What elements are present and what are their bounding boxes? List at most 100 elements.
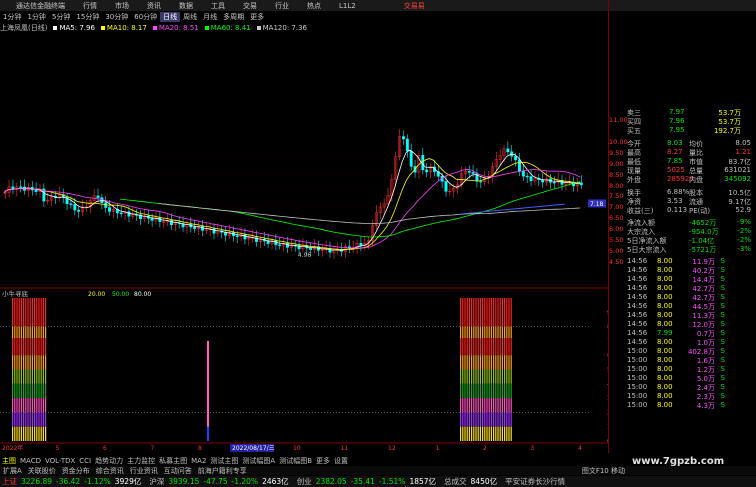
price-axis-label: 6.50 xyxy=(609,214,624,223)
period-tab-2[interactable]: 5分钟 xyxy=(49,12,73,22)
sh-index-label[interactable]: 上证 xyxy=(0,476,19,487)
fund-value: 52.9 xyxy=(735,206,751,214)
signal-bar xyxy=(29,426,31,441)
trade-quick-button[interactable]: 交易易 xyxy=(395,1,434,11)
indicator-tab-8[interactable]: 测试主图 xyxy=(208,456,240,466)
info-tab-4[interactable]: 行业资讯 xyxy=(127,466,161,476)
signal-bar xyxy=(501,383,503,399)
signal-bar xyxy=(40,298,42,327)
menu-item-trade[interactable]: 交易 xyxy=(234,1,266,11)
signal-bar xyxy=(501,326,503,339)
info-tab-0[interactable]: 扩展A xyxy=(0,466,25,476)
period-tab-4[interactable]: 30分钟 xyxy=(102,12,131,22)
info-tab-3[interactable]: 综合资讯 xyxy=(93,466,127,476)
tick-side: S xyxy=(720,275,725,283)
quote-row: 15:00 8.00 5.0万 S xyxy=(611,374,755,383)
signal-bar xyxy=(464,383,466,399)
tick-price: 8.00 xyxy=(657,311,673,319)
indicator-tab-12[interactable]: 设置 xyxy=(332,456,350,466)
signal-bar xyxy=(499,426,501,441)
ma60-label: MA60: 8.41 xyxy=(204,24,251,32)
candle-down xyxy=(421,155,425,171)
signal-bar xyxy=(31,426,33,441)
indicator-tab-3[interactable]: CCI xyxy=(77,457,93,465)
menu-item-exchange[interactable]: 市场 xyxy=(106,1,138,11)
indicator-tab-7[interactable]: MA2 xyxy=(189,457,208,465)
menu-item-hot[interactable]: 热点 xyxy=(298,1,330,11)
signal-bar xyxy=(466,338,468,356)
signal-bar xyxy=(16,338,18,356)
period-tab-5[interactable]: 60分钟 xyxy=(131,12,160,22)
signal-bar xyxy=(508,412,510,427)
indicator-tabs: 主图 MACD VOL-TDX CCI 趋势动力 主力监控 私募主图 MA2 测试主图 测试幅图A… xyxy=(0,456,608,465)
indicator-tab-0[interactable]: 主图 xyxy=(0,456,18,466)
signal-bar xyxy=(473,326,475,339)
signal-bar xyxy=(510,398,512,413)
sz-index-change: -47.75 xyxy=(203,477,228,486)
signal-bar xyxy=(497,338,499,356)
indicator-tab-9[interactable]: 测试幅图A xyxy=(240,456,277,466)
info-tab-5[interactable]: 互动问答 xyxy=(161,466,195,476)
flow-label: 5日大宗流入 xyxy=(627,246,667,254)
signal-bar xyxy=(12,298,14,327)
menu-item-tools[interactable]: 工具 xyxy=(202,1,234,11)
signal-bar xyxy=(482,369,484,384)
kline-chart[interactable]: 4.967.18小牛寻底20.0050.0080.00100.0090.0080… xyxy=(0,33,608,453)
quote-row: 14:56 8.00 11.3万 S xyxy=(611,311,755,320)
signal-bar xyxy=(23,355,25,370)
tick-price: 8.00 xyxy=(657,347,673,355)
info-tab-2[interactable]: 资金分布 xyxy=(59,466,93,476)
period-tab-0[interactable]: 1分钟 xyxy=(0,12,24,22)
signal-bar xyxy=(508,298,510,327)
period-tab-9[interactable]: 多周期 xyxy=(220,12,247,22)
cy-index-label[interactable]: 创业 xyxy=(295,476,314,487)
signal-bar xyxy=(42,398,44,413)
menu-item-industry[interactable]: 行业 xyxy=(266,1,298,11)
signal-bar xyxy=(471,298,473,327)
signal-bar xyxy=(25,369,27,384)
indicator-tab-6[interactable]: 私募主图 xyxy=(157,456,189,466)
period-tab-1[interactable]: 1分钟 xyxy=(24,12,48,22)
signal-bar xyxy=(18,426,20,441)
period-tab-6[interactable]: 日线 xyxy=(160,12,181,22)
signal-bar xyxy=(460,338,462,356)
signal-bar xyxy=(34,326,36,339)
quote-row: 15:00 8.00 4.3万 S xyxy=(611,401,755,410)
sz-index-label[interactable]: 沪深 xyxy=(147,476,166,487)
signal-bar xyxy=(482,398,484,413)
signal-bar xyxy=(497,326,499,339)
cy-index-value: 2382.05 xyxy=(315,477,347,486)
period-tab-3[interactable]: 15分钟 xyxy=(73,12,102,22)
indicator-tab-1[interactable]: MACD xyxy=(18,457,43,465)
signal-bar xyxy=(25,398,27,413)
signal-bar xyxy=(460,383,462,399)
signal-bar xyxy=(18,398,20,413)
candle-down xyxy=(425,169,429,173)
signal-bar xyxy=(471,355,473,370)
period-tab-8[interactable]: 月线 xyxy=(200,12,220,22)
broker-name: 平安证券长沙行情 xyxy=(505,477,566,486)
period-tab-7[interactable]: 周线 xyxy=(180,12,200,22)
indicator-tab-5[interactable]: 主力监控 xyxy=(125,456,157,466)
signal-bar xyxy=(20,355,22,370)
f10-link[interactable]: 图文F10 移动 xyxy=(579,466,628,476)
tick-time: 15:00 xyxy=(627,401,648,409)
indicator-tab-11[interactable]: 更多 xyxy=(314,456,332,466)
signal-bar xyxy=(18,412,20,427)
tick-volume: 4.3万 xyxy=(696,402,715,410)
indicator-tab-10[interactable]: 测试幅图B xyxy=(277,456,314,466)
stat-value: 8.05 xyxy=(735,139,751,147)
menu-item-news[interactable]: 资讯 xyxy=(138,1,170,11)
period-tab-10[interactable]: 更多 xyxy=(247,12,267,22)
info-tab-1[interactable]: 关联股价 xyxy=(25,466,59,476)
signal-bar xyxy=(34,355,36,370)
signal-bar xyxy=(462,355,464,370)
menu-item-market[interactable]: 行情 xyxy=(74,1,106,11)
menu-item-l1l2[interactable]: L1L2 xyxy=(330,2,365,10)
info-tab-6[interactable]: 前海户籍利专享 xyxy=(195,466,250,476)
price-axis-label: 4.50 xyxy=(609,258,624,266)
candle-down xyxy=(73,204,77,211)
menu-item-data[interactable]: 数据 xyxy=(170,1,202,11)
indicator-tab-4[interactable]: 趋势动力 xyxy=(93,456,125,466)
indicator-tab-2[interactable]: VOL-TDX xyxy=(43,457,77,465)
